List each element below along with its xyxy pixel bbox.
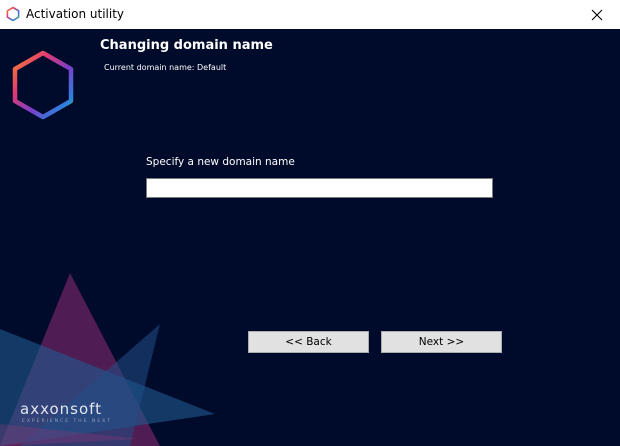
window-title: Activation utility <box>26 7 125 21</box>
domain-name-input[interactable] <box>146 178 493 198</box>
close-icon <box>591 9 603 20</box>
current-domain-text: Current domain name: Default <box>104 63 227 72</box>
brand-name: axxonsoft <box>20 400 103 418</box>
decorative-background <box>0 273 215 446</box>
domain-name-label: Specify a new domain name <box>146 156 295 168</box>
close-button[interactable] <box>574 0 620 29</box>
hexagon-logo-icon <box>6 6 20 22</box>
title-bar: Activation utility <box>0 0 620 29</box>
back-button[interactable]: << Back <box>248 331 369 353</box>
dialog-body: Changing domain name Current domain name… <box>0 29 620 446</box>
brand-tagline: EXPERIENCE THE NEXT <box>22 419 112 424</box>
brand-logo: axxonsoft EXPERIENCE THE NEXT <box>20 400 112 424</box>
page-title: Changing domain name <box>100 38 273 53</box>
next-button[interactable]: Next >> <box>381 331 502 353</box>
product-logo-icon <box>12 50 74 120</box>
